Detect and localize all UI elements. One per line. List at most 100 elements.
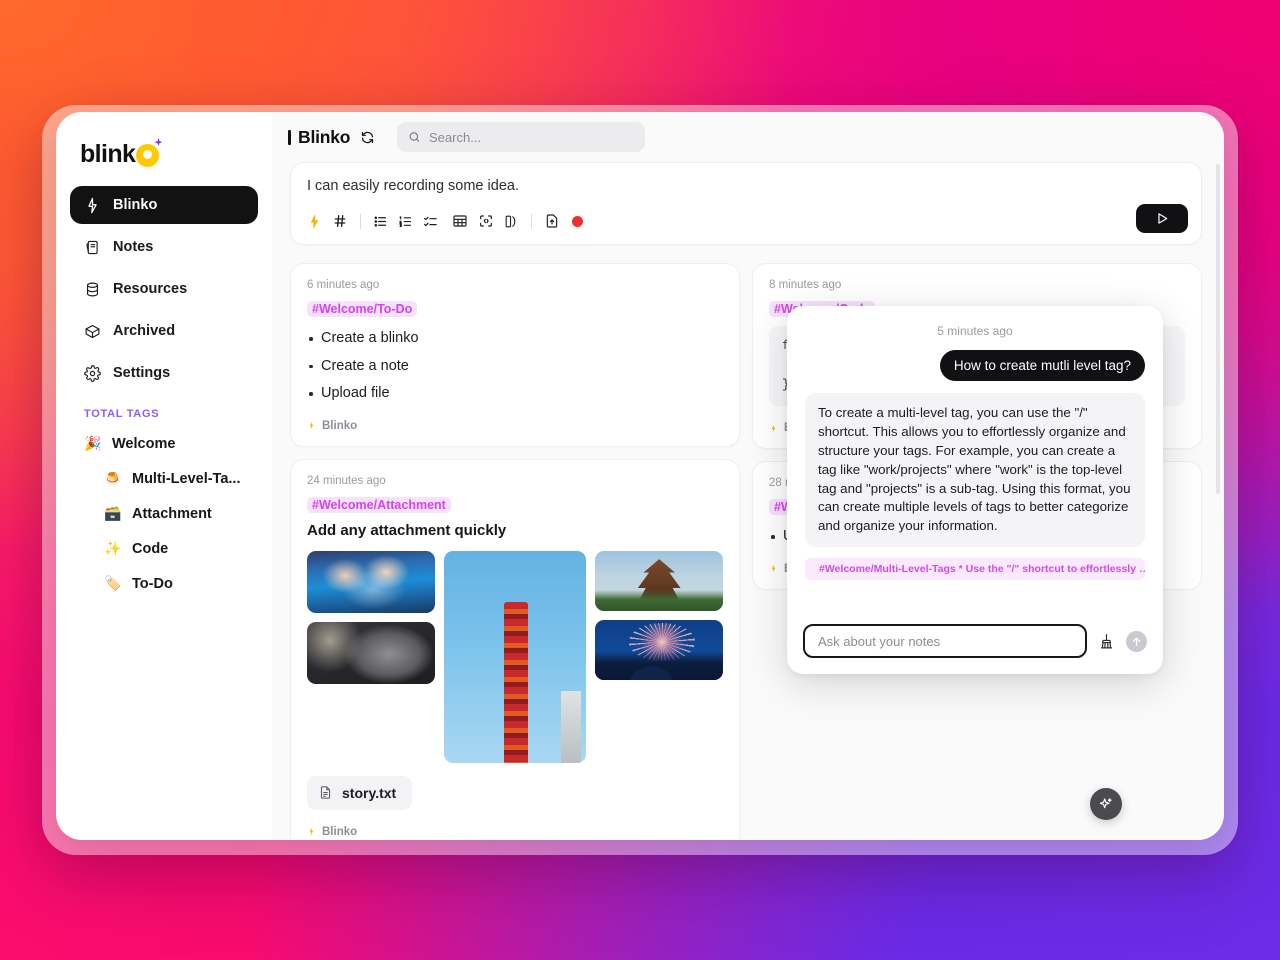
total-tags-label: TOTAL TAGS bbox=[84, 408, 160, 420]
app-logo[interactable]: blink bbox=[70, 130, 258, 176]
thumbnail-firework-silhouette[interactable] bbox=[595, 619, 723, 680]
list-item: Upload file bbox=[307, 383, 723, 404]
sidebar-item-settings[interactable]: Settings bbox=[70, 354, 258, 392]
sparkle-icon bbox=[1099, 798, 1112, 809]
tag-item-multi-level-tags[interactable]: 🍮 Multi-Level-Ta... bbox=[70, 461, 258, 496]
columns-icon[interactable] bbox=[504, 214, 519, 229]
logo-text: blink bbox=[80, 139, 136, 168]
upload-file-icon[interactable] bbox=[544, 213, 560, 229]
sidebar-nav: Blinko Notes Resources Archived Settings bbox=[70, 186, 258, 392]
sidebar-item-blinko[interactable]: Blinko bbox=[70, 186, 258, 224]
dango-icon: 🍮 bbox=[104, 470, 122, 486]
label-icon: 🏷️ bbox=[104, 575, 122, 591]
note-card-attachment[interactable]: 24 minutes ago #Welcome/Attachment Add a… bbox=[290, 458, 740, 840]
thumbnail-engine-parts[interactable] bbox=[307, 621, 435, 684]
hashtag-icon[interactable] bbox=[332, 213, 348, 229]
bolt-icon bbox=[769, 423, 778, 434]
tag-label: To-Do bbox=[132, 575, 173, 592]
table-icon[interactable] bbox=[452, 213, 468, 229]
party-popper-icon: 🎉 bbox=[84, 435, 102, 451]
attachment-image-grid bbox=[307, 550, 723, 763]
ai-input-row bbox=[787, 614, 1163, 674]
ai-chat-messages: 5 minutes ago How to create mutli level … bbox=[787, 306, 1163, 614]
tag-label: Attachment bbox=[132, 505, 212, 522]
numbered-list-icon[interactable] bbox=[398, 214, 413, 229]
note-footer: Blinko bbox=[307, 826, 723, 838]
image-column-left bbox=[307, 550, 435, 684]
ai-chat-input[interactable] bbox=[803, 624, 1087, 658]
tag-item-code[interactable]: ✨ Code bbox=[70, 531, 258, 566]
note-tag[interactable]: #Welcome/To-Do bbox=[307, 301, 418, 317]
editor-toolbar bbox=[307, 210, 1185, 232]
note-timestamp: 6 minutes ago bbox=[307, 279, 380, 291]
note-timestamp: 24 minutes ago bbox=[307, 474, 386, 487]
thumbnail-red-pixel-tower[interactable] bbox=[443, 550, 587, 763]
bullet-list-icon[interactable] bbox=[373, 214, 388, 229]
toolbar-divider bbox=[531, 213, 532, 229]
ai-reference-text: #Welcome/Multi-Level-Tags * Use the "/" … bbox=[819, 563, 1145, 576]
note-card-todo[interactable]: 6 minutes ago #Welcome/To-Do Create a bl… bbox=[290, 263, 740, 447]
search-input[interactable] bbox=[429, 129, 635, 145]
ai-assistant-fab[interactable] bbox=[1090, 788, 1122, 820]
tag-item-welcome[interactable]: 🎉 Welcome bbox=[70, 426, 258, 461]
database-icon bbox=[86, 282, 99, 296]
send-play-icon bbox=[1157, 213, 1167, 224]
list-item: Create a blinko bbox=[307, 328, 723, 349]
sidebar-item-notes[interactable]: Notes bbox=[70, 228, 258, 266]
tag-label: Multi-Level-Ta... bbox=[132, 470, 241, 487]
thumbnail-wooden-temple[interactable] bbox=[595, 550, 723, 611]
file-box-icon: 🗃️ bbox=[104, 505, 122, 521]
note-timestamp: 8 minutes ago bbox=[769, 279, 842, 291]
code-block-icon[interactable] bbox=[478, 213, 494, 229]
sidebar-item-label: Notes bbox=[113, 239, 154, 255]
ai-chat-panel: 5 minutes ago How to create mutli level … bbox=[787, 306, 1163, 674]
note-tag[interactable]: #Welcome/Attachment bbox=[307, 496, 451, 513]
ai-assistant-message: To create a multi-level tag, you can use… bbox=[805, 393, 1145, 548]
broom-icon[interactable] bbox=[1098, 633, 1115, 650]
tag-label: Welcome bbox=[112, 435, 176, 452]
tag-item-to-do[interactable]: 🏷️ To-Do bbox=[70, 566, 258, 601]
note-title: Add any attachment quickly bbox=[307, 521, 507, 539]
sidebar-item-label: Resources bbox=[113, 281, 188, 297]
notes-column-left: 6 minutes ago #Welcome/To-Do Create a bl… bbox=[290, 263, 740, 840]
logo-o-icon bbox=[136, 137, 163, 167]
list-item: Create a note bbox=[307, 356, 723, 377]
file-attachment-chip[interactable]: story.txt bbox=[307, 775, 413, 810]
refresh-icon[interactable] bbox=[360, 130, 375, 145]
ai-chat-timestamp: 5 minutes ago bbox=[937, 324, 1013, 338]
sparkle-icon bbox=[154, 137, 163, 146]
box-icon bbox=[85, 324, 100, 338]
sidebar: blink Blinko Notes Resources Archived Se… bbox=[56, 112, 272, 840]
content-scrollbar[interactable] bbox=[1216, 164, 1220, 494]
sidebar-item-archived[interactable]: Archived bbox=[70, 312, 258, 350]
tag-label: Code bbox=[132, 540, 169, 557]
tag-item-attachment[interactable]: 🗃️ Attachment bbox=[70, 496, 258, 531]
record-icon[interactable] bbox=[572, 215, 583, 227]
notes-icon bbox=[86, 240, 98, 254]
editor-text[interactable]: I can easily recording some idea. bbox=[307, 178, 1185, 194]
sidebar-item-resources[interactable]: Resources bbox=[70, 270, 258, 308]
page-title: Blinko bbox=[288, 127, 350, 148]
note-footer-label: Blinko bbox=[322, 825, 358, 838]
ai-user-message: How to create mutli level tag? bbox=[939, 350, 1145, 381]
topbar: Blinko bbox=[272, 112, 1224, 162]
search-icon bbox=[409, 132, 420, 142]
note-editor[interactable]: I can easily recording some idea. bbox=[290, 162, 1202, 245]
toolbar-divider bbox=[360, 213, 361, 229]
image-column-right bbox=[595, 550, 723, 680]
sidebar-item-label: Archived bbox=[113, 323, 176, 339]
bolt-icon[interactable] bbox=[307, 214, 322, 229]
send-button[interactable] bbox=[1136, 204, 1188, 233]
file-name: story.txt bbox=[342, 784, 397, 801]
bolt-icon bbox=[769, 563, 778, 574]
sidebar-item-label: Settings bbox=[113, 365, 171, 381]
bolt-icon bbox=[307, 420, 316, 431]
ai-reference-chip[interactable]: #Welcome/Multi-Level-Tags * Use the "/" … bbox=[805, 558, 1145, 581]
arrow-up-icon bbox=[1132, 637, 1141, 646]
thumbnail-hands-in-blue-water[interactable] bbox=[307, 550, 435, 613]
note-bullet-list: Create a blinko Create a note Upload fil… bbox=[307, 328, 723, 404]
checklist-icon[interactable] bbox=[423, 214, 438, 229]
page-title-text: Blinko bbox=[298, 126, 351, 147]
ai-send-button[interactable] bbox=[1126, 630, 1147, 652]
search-box[interactable] bbox=[397, 122, 646, 152]
